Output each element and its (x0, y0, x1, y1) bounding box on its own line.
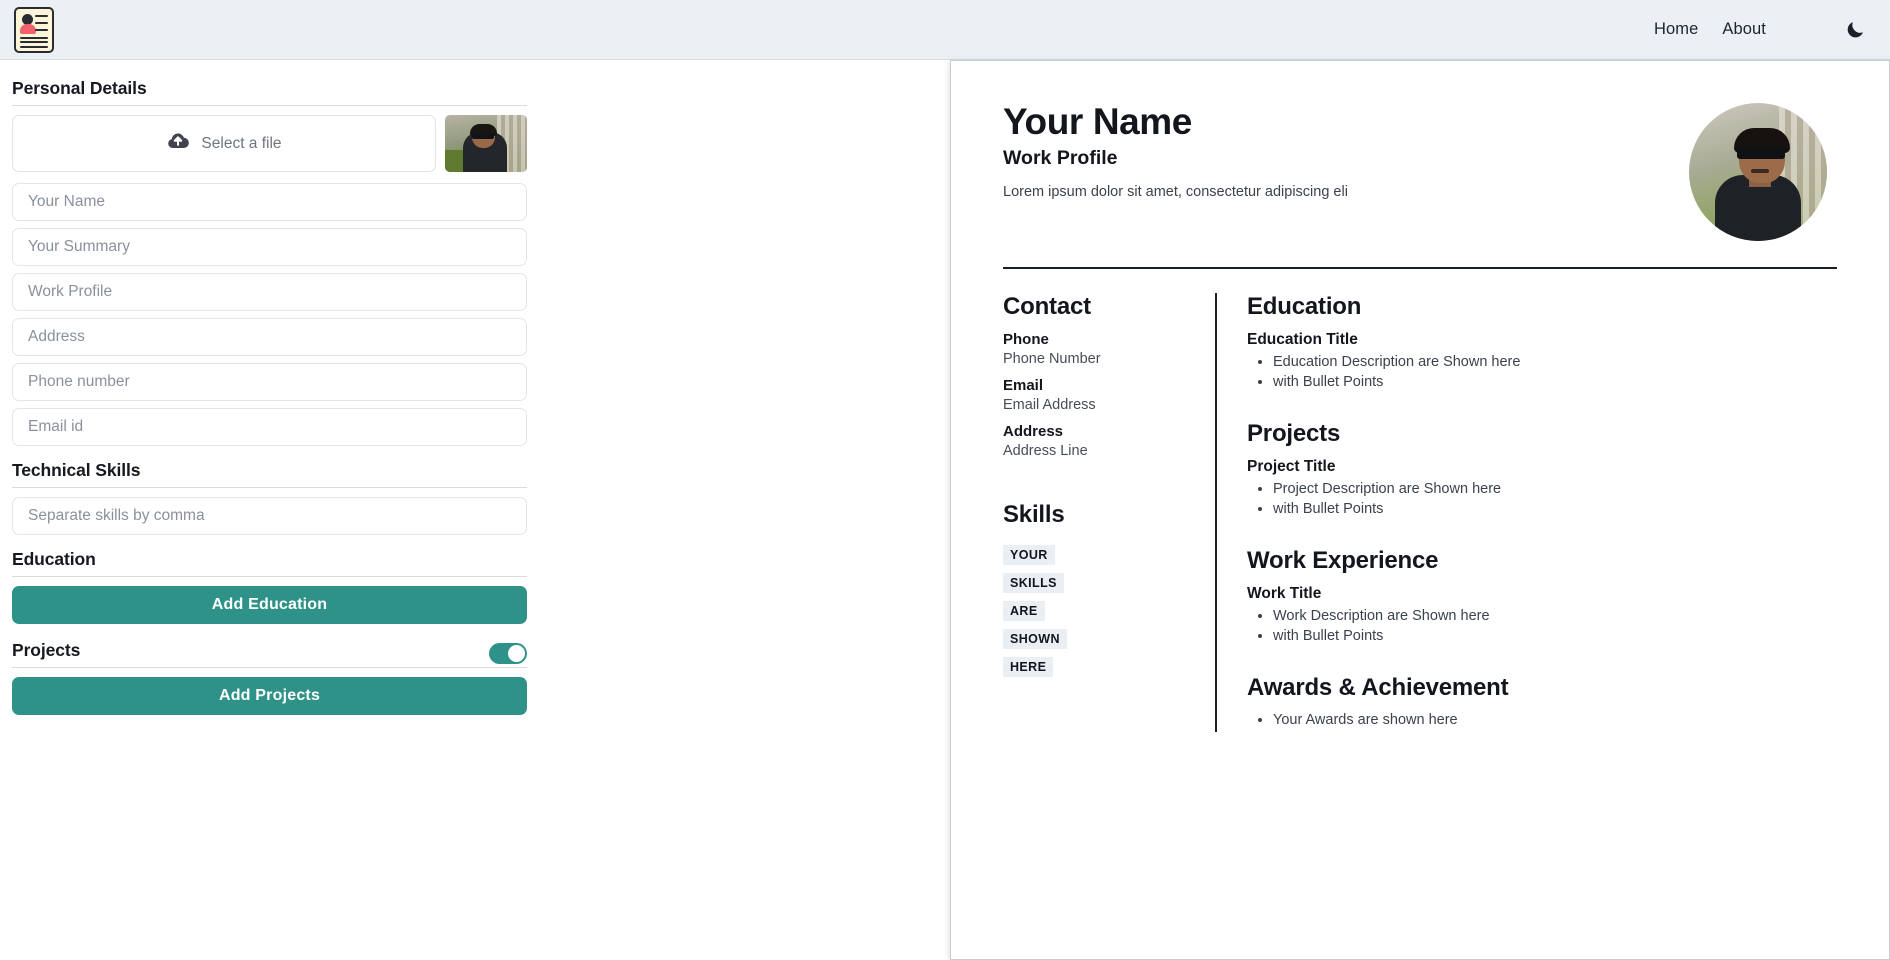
bullet-list: Work Description are Shown here with Bul… (1247, 608, 1837, 644)
bullet-list: Your Awards are shown here (1247, 712, 1837, 728)
section-divider (12, 667, 527, 668)
resume-columns: Contact Phone Phone Number Email Email A… (1003, 293, 1837, 732)
contact-value: Email Address (1003, 397, 1096, 413)
skill-chip: SKILLS (1003, 573, 1064, 593)
skill-chip-list: YOUR SKILLS ARE SHOWN HERE (1003, 545, 1193, 685)
brand-logo[interactable] (14, 6, 54, 53)
page-body: Personal Details Select a file Your Name… (0, 60, 1890, 960)
bullet-list: Project Description are Shown here with … (1247, 481, 1837, 517)
section-title: Projects (1247, 420, 1341, 447)
section-divider (12, 576, 527, 577)
resume-section-projects: Projects Project Title Project Descripti… (1247, 420, 1837, 517)
resume-right-column: Education Education Title Education Desc… (1215, 293, 1837, 732)
contact-label: Email (1003, 377, 1044, 394)
cloud-upload-icon (166, 129, 190, 158)
resume-form-panel: Personal Details Select a file Your Name… (0, 60, 940, 892)
resume-profile-photo (1689, 103, 1827, 241)
section-title: Awards & Achievement (1247, 674, 1509, 701)
add-education-button[interactable]: Add Education (12, 586, 527, 624)
skill-chip: ARE (1003, 601, 1045, 621)
contact-value: Phone Number (1003, 351, 1101, 367)
resume-role: Work Profile (1003, 147, 1118, 169)
resume-left-column: Contact Phone Phone Number Email Email A… (1003, 293, 1215, 732)
projects-toggle[interactable] (489, 643, 527, 664)
add-projects-button[interactable]: Add Projects (12, 677, 527, 715)
education-heading: Education (12, 549, 96, 569)
resume-name: Your Name (1003, 101, 1192, 142)
uploaded-photo-thumbnail[interactable] (445, 115, 527, 172)
resume-section-awards: Awards & Achievement Your Awards are sho… (1247, 674, 1837, 728)
item-title: Project Title (1247, 458, 1336, 475)
resume-identity: Your Name Work Profile Lorem ipsum dolor… (1003, 101, 1348, 200)
section-divider (12, 487, 527, 488)
resume-document-icon (14, 6, 54, 53)
file-select-dropzone[interactable]: Select a file (12, 115, 436, 172)
item-title: Work Title (1247, 585, 1322, 602)
list-item: Work Description are Shown here (1273, 608, 1837, 624)
summary-input[interactable] (12, 228, 527, 266)
list-item: with Bullet Points (1273, 628, 1837, 644)
moon-icon[interactable] (1842, 17, 1868, 43)
section-title: Education (1247, 293, 1362, 320)
resume-section-work-experience: Work Experience Work Title Work Descript… (1247, 547, 1837, 644)
resume-summary: Lorem ipsum dolor sit amet, consectetur … (1003, 184, 1348, 200)
contact-label: Address (1003, 423, 1064, 440)
section-divider (12, 105, 527, 106)
list-item: with Bullet Points (1273, 374, 1837, 390)
address-input[interactable] (12, 318, 527, 356)
list-item: with Bullet Points (1273, 501, 1837, 517)
projects-heading-row: Projects (12, 640, 527, 667)
skills-title: Skills (1003, 501, 1065, 528)
email-input[interactable] (12, 408, 527, 446)
contact-title: Contact (1003, 293, 1091, 320)
nav-link-home[interactable]: Home (1654, 20, 1698, 39)
resume-document: Your Name Work Profile Lorem ipsum dolor… (950, 60, 1890, 960)
nav-link-about[interactable]: About (1722, 20, 1766, 39)
skill-chip: SHOWN (1003, 629, 1067, 649)
phone-input[interactable] (12, 363, 527, 401)
file-select-label: Select a file (201, 134, 282, 152)
bullet-list: Education Description are Shown here wit… (1247, 354, 1837, 390)
contact-entry-address: Address Address Line (1003, 423, 1193, 459)
contact-value: Address Line (1003, 443, 1088, 459)
technical-skills-heading: Technical Skills (12, 460, 141, 480)
skills-input[interactable] (12, 497, 527, 535)
projects-heading: Projects (12, 640, 81, 660)
list-item: Education Description are Shown here (1273, 354, 1837, 370)
list-item: Project Description are Shown here (1273, 481, 1837, 497)
header-rule (1003, 267, 1837, 269)
top-navbar: Home About (0, 0, 1890, 60)
resume-preview-panel: Your Name Work Profile Lorem ipsum dolor… (940, 60, 1890, 960)
work-profile-input[interactable] (12, 273, 527, 311)
contact-entry-email: Email Email Address (1003, 377, 1193, 413)
name-input[interactable] (12, 183, 527, 221)
contact-label: Phone (1003, 331, 1049, 348)
personal-details-heading: Personal Details (12, 78, 147, 98)
list-item: Your Awards are shown here (1273, 712, 1837, 728)
section-title: Work Experience (1247, 547, 1439, 574)
resume-section-education: Education Education Title Education Desc… (1247, 293, 1837, 390)
skill-chip: HERE (1003, 657, 1054, 677)
resume-header: Your Name Work Profile Lorem ipsum dolor… (1003, 101, 1837, 241)
contact-entry-phone: Phone Phone Number (1003, 331, 1193, 367)
item-title: Education Title (1247, 331, 1358, 348)
photo-upload-row: Select a file (12, 115, 527, 172)
skill-chip: YOUR (1003, 545, 1055, 565)
nav-links: Home About (1654, 17, 1868, 43)
